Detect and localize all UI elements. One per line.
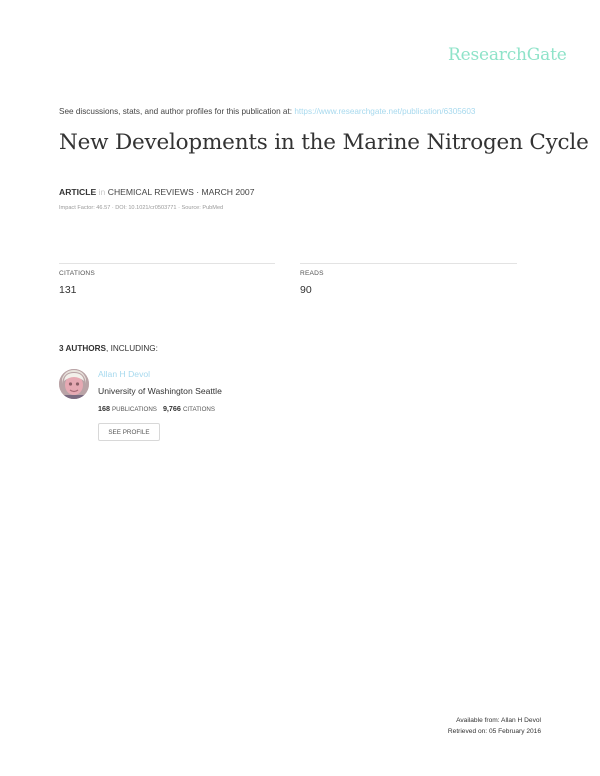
author-avatar[interactable] <box>59 369 89 399</box>
meta-in: in <box>98 187 106 197</box>
journal-date: CHEMICAL REVIEWS · MARCH 2007 <box>107 187 255 197</box>
publications-label: PUBLICATIONS <box>112 406 157 413</box>
article-title: New Developments in the Marine Nitrogen … <box>59 130 589 155</box>
reads-divider <box>300 263 517 264</box>
intro-line: See discussions, stats, and author profi… <box>59 107 475 116</box>
citations-label: CITATIONS <box>59 270 95 277</box>
author-name-link[interactable]: Allan H Devol <box>98 369 150 379</box>
article-submeta: Impact Factor: 46.57 · DOI: 10.1021/cr05… <box>59 205 224 211</box>
publication-link[interactable]: https://www.researchgate.net/publication… <box>294 107 475 116</box>
citations-value: 131 <box>59 284 77 296</box>
authors-including: , INCLUDING: <box>106 344 158 353</box>
retrieved-on: Retrieved on: 05 February 2016 <box>447 728 541 735</box>
see-profile-button[interactable]: SEE PROFILE <box>98 423 160 441</box>
author-photo <box>59 369 89 399</box>
author-citations-label: CITATIONS <box>182 406 216 413</box>
available-from: Available from: Allan H Devol <box>456 717 541 724</box>
reads-label: READS <box>300 270 324 277</box>
author-stats: 168 PUBLICATIONS 9,766 CITATIONS <box>98 404 215 413</box>
researchgate-logo: ResearchGate <box>448 45 567 65</box>
article-type: ARTICLE <box>59 187 97 197</box>
author-citations-count: 9,766 <box>162 404 181 413</box>
authors-count: 3 AUTHORS <box>59 344 107 353</box>
authors-heading: 3 AUTHORS, INCLUDING: <box>59 344 158 353</box>
reads-value: 90 <box>300 284 312 296</box>
author-affiliation: University of Washington Seattle <box>98 386 222 396</box>
article-meta: ARTICLE in CHEMICAL REVIEWS · MARCH 2007 <box>59 187 255 197</box>
citations-divider <box>59 263 275 264</box>
publications-count: 168 <box>98 404 110 413</box>
intro-text: See discussions, stats, and author profi… <box>59 107 293 116</box>
